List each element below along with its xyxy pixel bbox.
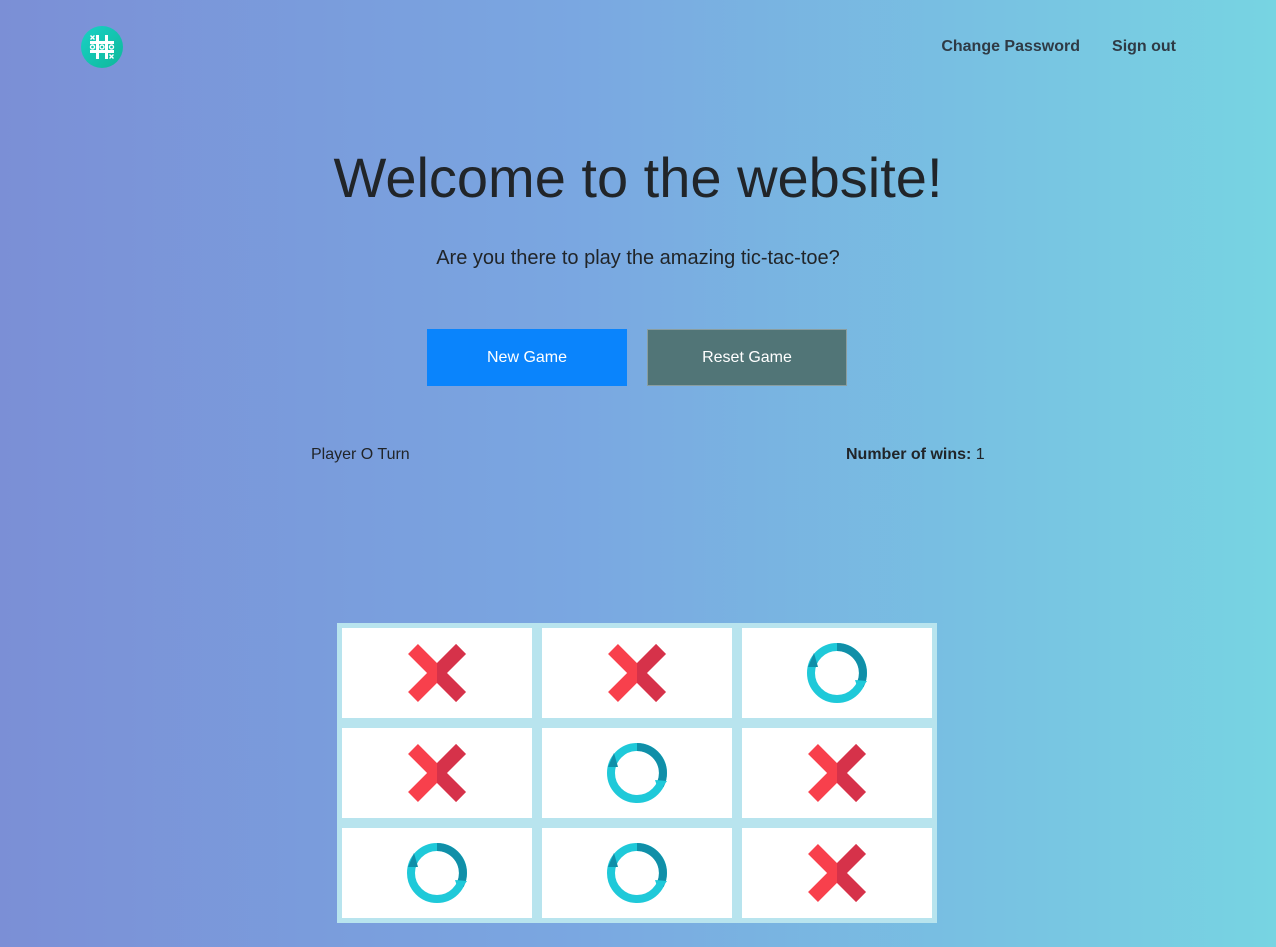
- wins-counter: Number of wins: 1: [846, 445, 985, 465]
- tic-tac-toe-logo-icon[interactable]: [81, 26, 123, 68]
- game-board: [337, 623, 937, 923]
- navbar: Change Password Sign out: [0, 0, 1276, 94]
- o-mark-icon: [407, 843, 467, 903]
- board-cell[interactable]: [342, 828, 532, 918]
- nav-links: Change Password Sign out: [941, 37, 1176, 57]
- o-mark-icon: [607, 743, 667, 803]
- board-cell[interactable]: [542, 828, 732, 918]
- x-mark-icon: [608, 644, 666, 702]
- board-cell[interactable]: [342, 728, 532, 818]
- page-title: Welcome to the website!: [333, 146, 943, 209]
- x-mark-icon: [408, 744, 466, 802]
- board-cell[interactable]: [542, 728, 732, 818]
- wins-value: 1: [975, 446, 985, 463]
- board-cell[interactable]: [342, 628, 532, 718]
- o-mark-icon: [607, 843, 667, 903]
- board-cell[interactable]: [542, 628, 732, 718]
- board-cell[interactable]: [742, 628, 932, 718]
- change-password-link[interactable]: Change Password: [941, 37, 1080, 57]
- x-mark-icon: [808, 844, 866, 902]
- turn-status: Player O Turn: [311, 446, 410, 463]
- page-subtitle: Are you there to play the amazing tic-ta…: [436, 247, 840, 269]
- sign-out-link[interactable]: Sign out: [1112, 37, 1176, 57]
- wins-label: Number of wins:: [846, 446, 972, 463]
- board-cell[interactable]: [742, 828, 932, 918]
- x-mark-icon: [408, 644, 466, 702]
- reset-game-button[interactable]: Reset Game: [647, 329, 847, 386]
- x-mark-icon: [808, 744, 866, 802]
- board-cell[interactable]: [742, 728, 932, 818]
- o-mark-icon: [807, 643, 867, 703]
- new-game-button[interactable]: New Game: [427, 329, 627, 386]
